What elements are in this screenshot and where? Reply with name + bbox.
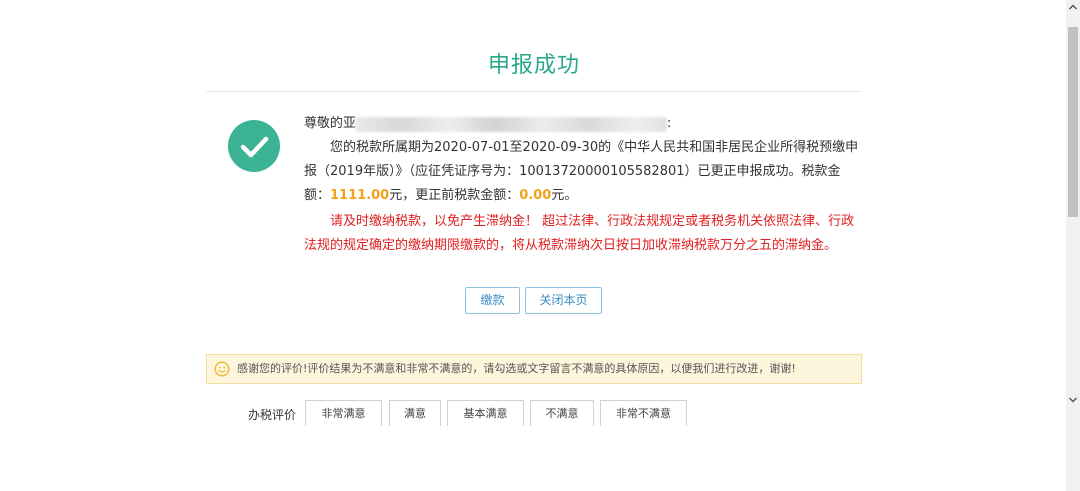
rating-satisfied[interactable]: 满意 [389,400,441,426]
evaluation-notice: 感谢您的评价!评价结果为不满意和非常不满意的，请勾选或文字留言不满意的具体原因，… [206,354,862,384]
greeting-line: 尊敬的亚 : [304,112,864,136]
title-divider [206,91,862,92]
close-page-button[interactable]: 关闭本页 [525,287,602,314]
smile-icon [214,361,230,377]
vertical-scrollbar[interactable] [1066,0,1080,491]
scroll-up-icon[interactable] [1066,0,1080,14]
details-text-2: 元，更正前税款金额： [389,188,520,203]
rating-very-dissatisfied[interactable]: 非常不满意 [600,400,687,426]
pay-button[interactable]: 缴款 [465,287,520,314]
greeting-suffix: : [667,116,672,131]
success-check-icon [228,120,280,172]
page: 申报成功 尊敬的亚 : 您的税款所属期为2020-07-01至2020-09-3… [0,0,1066,491]
scroll-thumb[interactable] [1068,27,1078,217]
tax-amount: 1111.00 [330,188,390,203]
late-fee-warning: 请及时缴纳税款，以免产生滞纳金！ 超过法律、行政法规规定或者税务机关依照法律、行… [304,214,855,253]
success-message: 尊敬的亚 : 您的税款所属期为2020-07-01至2020-09-30的《中华… [304,112,864,258]
page-title: 申报成功 [487,53,580,78]
rating-dissatisfied[interactable]: 不满意 [530,400,594,426]
rating-basically-satisfied[interactable]: 基本满意 [447,400,524,426]
greeting-prefix: 尊敬的亚 [304,116,357,131]
previous-tax-amount: 0.00 [519,188,552,203]
rating-very-satisfied[interactable]: 非常满意 [305,400,382,426]
redacted-taxpayer-name [355,117,667,132]
details-text-3: 元。 [551,188,578,203]
scroll-down-icon[interactable] [1066,393,1080,407]
notice-text: 感谢您的评价!评价结果为不满意和非常不满意的，请勾选或文字留言不满意的具体原因，… [237,362,796,375]
declaration-details: 您的税款所属期为2020-07-01至2020-09-30的《中华人民共和国非居… [304,136,864,208]
rating-label: 办税评价 [248,408,297,422]
